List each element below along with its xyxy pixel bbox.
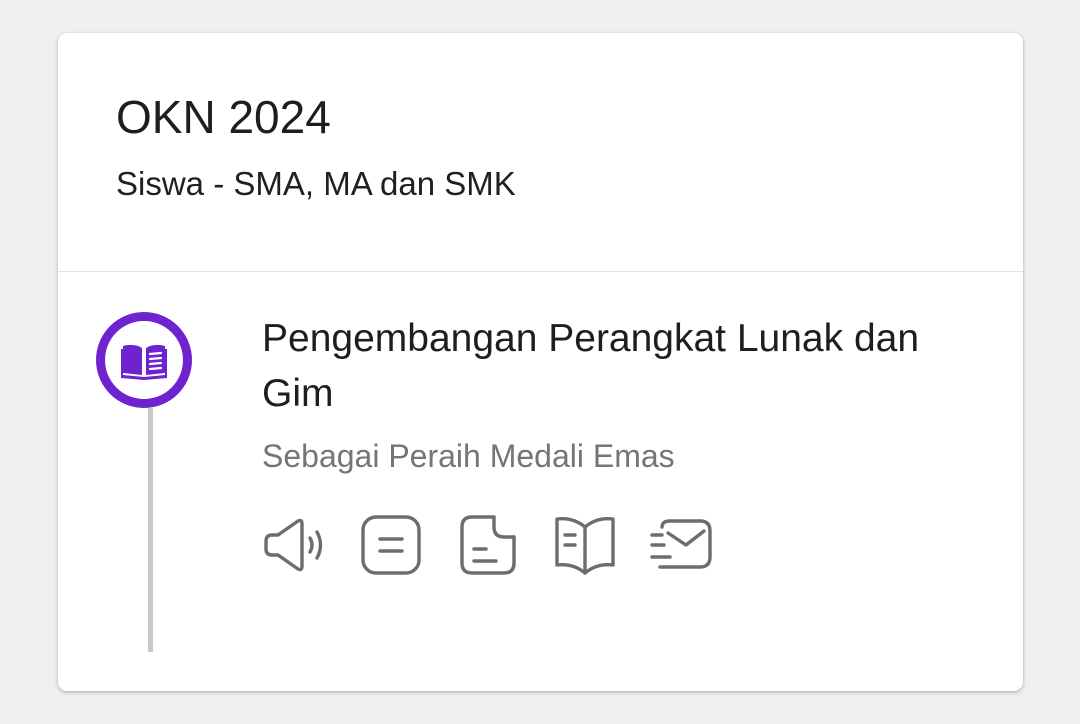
- award-card: OKN 2024 Siswa - SMA, MA dan SMK Pengemb…: [58, 33, 1023, 691]
- speaker-button[interactable]: [262, 513, 326, 577]
- achievement-entry: Pengembangan Perangkat Lunak dan Gim Seb…: [262, 311, 992, 475]
- send-message-button[interactable]: [650, 513, 714, 577]
- speaker-icon: [264, 518, 323, 572]
- document-button[interactable]: [456, 513, 520, 577]
- open-book-icon: [121, 344, 167, 380]
- card-title: OKN 2024: [116, 91, 331, 143]
- read-button[interactable]: [553, 513, 617, 577]
- achievement-description: Sebagai Peraih Medali Emas: [262, 438, 675, 474]
- document-icon: [460, 515, 516, 575]
- timeline-line: [148, 408, 153, 652]
- send-mail-icon: [650, 519, 712, 569]
- action-bar: [262, 513, 747, 577]
- book-icon: [555, 516, 615, 575]
- note-icon: [361, 515, 421, 575]
- timeline-node: [96, 312, 192, 408]
- card-header: OKN 2024 Siswa - SMA, MA dan SMK: [58, 33, 1023, 272]
- card-subtitle: Siswa - SMA, MA dan SMK: [116, 165, 516, 202]
- notes-button[interactable]: [359, 513, 423, 577]
- achievement-title: Pengembangan Perangkat Lunak dan Gim: [262, 317, 920, 415]
